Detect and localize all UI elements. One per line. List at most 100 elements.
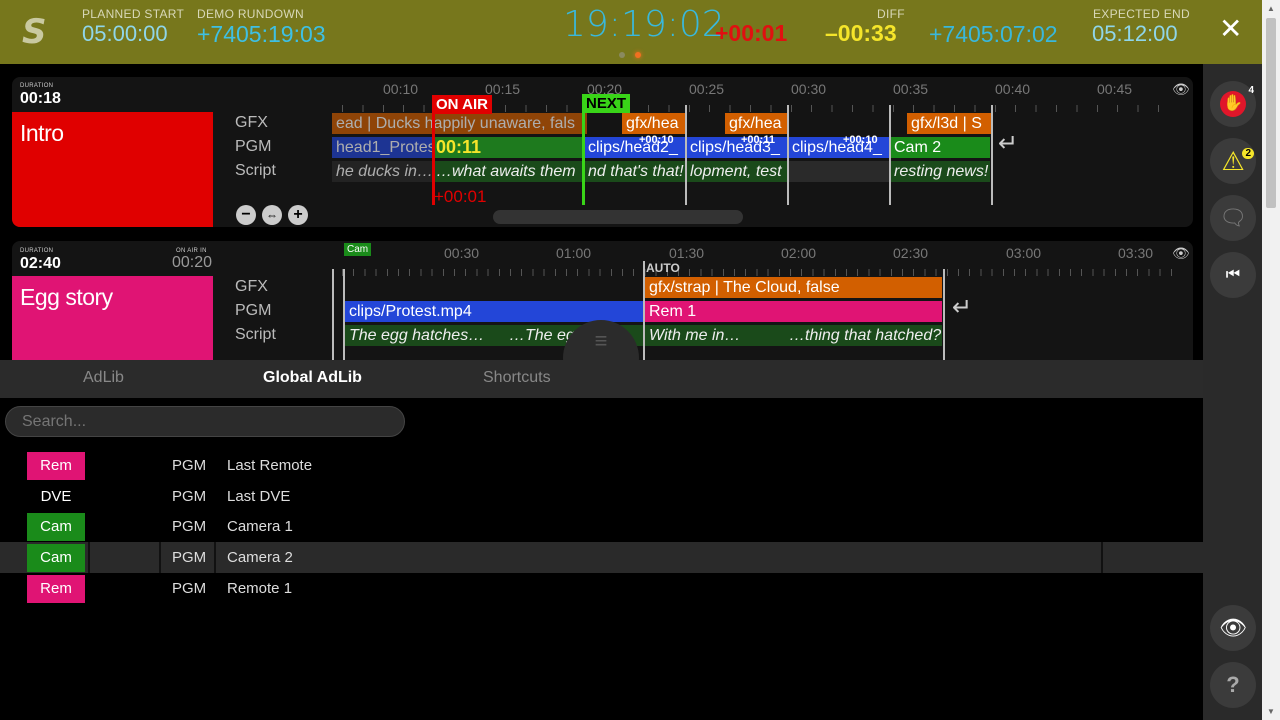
- on-air-in-value: 00:20: [172, 254, 213, 271]
- source-badge: Cam: [27, 513, 85, 541]
- pgm-piece[interactable]: Rem 1: [645, 301, 942, 322]
- piece-divider: [943, 269, 945, 360]
- script-piece[interactable]: With me in…: [645, 325, 785, 346]
- stop-hand-button[interactable]: ✋ 4: [1210, 81, 1256, 127]
- diff-label: DIFF: [877, 7, 905, 21]
- page-dot-active: [635, 52, 641, 58]
- adlib-name: Last DVE: [227, 488, 291, 505]
- tick: 00:30: [444, 245, 480, 261]
- rewind-button[interactable]: ⏮: [1210, 252, 1256, 298]
- source-badge: Rem: [27, 452, 85, 480]
- auto-label: AUTO: [646, 261, 680, 275]
- pgm-badge: +00:10: [639, 134, 674, 146]
- tick: 01:30: [669, 245, 705, 261]
- layer-gfx: GFX: [235, 114, 268, 131]
- tick: 03:00: [1006, 245, 1042, 261]
- script-piece[interactable]: resting news!: [890, 161, 990, 182]
- warning-count: 2: [1242, 148, 1254, 159]
- zoom-out-button[interactable]: −: [236, 205, 256, 225]
- current-time: 19:19:02: [563, 4, 725, 45]
- rundown-label: DEMO RUNDOWN: [197, 7, 304, 21]
- layer-pgm: PGM: [235, 302, 272, 319]
- piece-divider: [343, 269, 345, 360]
- row-divider: [214, 542, 216, 573]
- tab-adlib[interactable]: AdLib: [83, 369, 124, 387]
- page-scrollbar[interactable]: ▲ ▼: [1262, 0, 1280, 720]
- pgm-piece[interactable]: Cam 2: [890, 137, 990, 158]
- cam-tag: Cam: [344, 243, 372, 256]
- gfx-piece[interactable]: gfx/strap | The Cloud, false: [645, 277, 942, 298]
- adlib-row[interactable]: DVE PGM Last DVE: [0, 481, 1203, 512]
- part-duration: 02:40: [20, 255, 61, 272]
- tick: 00:25: [689, 81, 725, 97]
- part-title[interactable]: Intro: [12, 112, 213, 227]
- tick: 01:00: [556, 245, 592, 261]
- adlib-layer: PGM: [172, 488, 207, 505]
- eye-icon[interactable]: 👁: [1172, 81, 1190, 98]
- tick: 02:00: [781, 245, 817, 261]
- gfx-piece[interactable]: gfx/hea: [622, 113, 686, 134]
- speech-bubble-icon: 🗨: [1219, 205, 1247, 230]
- help-button[interactable]: ?: [1210, 662, 1256, 708]
- tab-global-adlib[interactable]: Global AdLib: [263, 369, 362, 411]
- eye-icon[interactable]: 👁: [1172, 245, 1190, 262]
- piece-divider: [643, 261, 645, 360]
- gfx-piece[interactable]: ead | Ducks happily unaware, fals: [332, 113, 587, 134]
- pgm-piece[interactable]: clips/Protest.mp4: [345, 301, 645, 322]
- zoom-fit-button[interactable]: ⇔: [262, 205, 282, 225]
- timeline-scrollbar[interactable]: [493, 210, 743, 224]
- script-piece[interactable]: The egg hatches…: [345, 325, 495, 346]
- gfx-piece[interactable]: gfx/hea: [725, 113, 789, 134]
- adlib-name: Camera 1: [227, 518, 293, 535]
- script-piece[interactable]: lopment, test: [686, 161, 788, 182]
- diff-value: +7405:07:02: [929, 21, 1058, 47]
- adlib-row[interactable]: Rem PGM Remote 1: [0, 573, 1203, 604]
- source-badge: DVE: [40, 488, 72, 505]
- view-button[interactable]: 👁: [1210, 605, 1256, 651]
- adlib-row[interactable]: Cam PGM Camera 1: [0, 511, 1203, 542]
- warning-icon: ⚠: [1221, 145, 1245, 176]
- scroll-thumb[interactable]: [1266, 18, 1276, 208]
- expected-end-label: EXPECTED END: [1093, 7, 1190, 21]
- page-dots: [619, 45, 651, 63]
- script-piece-empty[interactable]: [788, 161, 890, 182]
- part-title[interactable]: Egg story: [12, 276, 213, 360]
- piece-divider: [991, 105, 993, 205]
- duration-label: DURATION: [20, 83, 54, 89]
- script-piece[interactable]: he ducks in…: [332, 161, 432, 182]
- layer-script: Script: [235, 326, 276, 343]
- planned-start-value: 05:00:00: [82, 21, 168, 46]
- adlib-tabs: AdLib Global AdLib Shortcuts: [0, 360, 1203, 411]
- planned-start-label: PLANNED START: [82, 7, 185, 21]
- piece-divider: [685, 105, 687, 205]
- part-over-time: +00:01: [434, 187, 487, 206]
- row-divider: [159, 542, 161, 573]
- app-logo: S: [22, 12, 47, 52]
- chat-button[interactable]: 🗨: [1210, 195, 1256, 241]
- page-dot: [619, 52, 625, 58]
- search-input[interactable]: [5, 406, 405, 437]
- close-icon[interactable]: ✕: [1219, 14, 1242, 44]
- script-piece[interactable]: nd that's that!: [584, 161, 686, 182]
- piece-divider: [787, 105, 789, 205]
- script-piece[interactable]: …what awaits them: [432, 161, 584, 182]
- next-flag: NEXT: [582, 94, 631, 113]
- zoom-in-button[interactable]: +: [288, 205, 308, 225]
- adlib-layer: PGM: [172, 518, 207, 535]
- pgm-badge: +00:11: [741, 134, 775, 146]
- adlib-row-selected[interactable]: Cam PGM Camera 2: [0, 542, 1203, 573]
- piece-divider: [889, 105, 891, 205]
- warning-button[interactable]: ⚠ 2: [1210, 138, 1256, 184]
- part-intro[interactable]: DURATION 00:18 Intro GFX PGM Script 00:1…: [12, 77, 1193, 227]
- right-toolbar: ✋ 4 ⚠ 2 🗨 ⏮ 👁 ?: [1203, 64, 1262, 720]
- adlib-row[interactable]: Rem PGM Last Remote: [0, 450, 1203, 481]
- scroll-up-icon[interactable]: ▲: [1267, 4, 1275, 13]
- scroll-down-icon[interactable]: ▼: [1267, 707, 1275, 716]
- script-piece[interactable]: …thing that hatched?: [785, 325, 942, 346]
- gfx-piece[interactable]: gfx/l3d | S: [907, 113, 992, 134]
- tab-shortcuts[interactable]: Shortcuts: [483, 369, 551, 387]
- segment-diff: –00:33: [825, 20, 897, 46]
- part-duration: 00:18: [20, 90, 61, 107]
- return-icon: ↵: [998, 130, 1019, 157]
- skip-back-icon: ⏮: [1225, 266, 1241, 283]
